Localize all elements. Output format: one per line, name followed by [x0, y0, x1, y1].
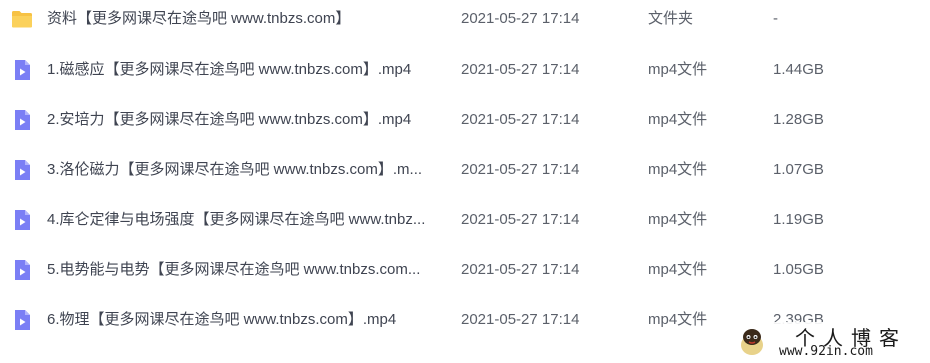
- file-name[interactable]: 2.安培力【更多网课尽在途鸟吧 www.tnbzs.com】.mp4: [47, 95, 439, 145]
- file-size: 1.44GB: [773, 61, 824, 78]
- video-file-icon: [15, 310, 30, 330]
- file-date: 2021-05-27 17:14: [461, 311, 580, 328]
- file-date: 2021-05-27 17:14: [461, 261, 580, 278]
- file-type: mp4文件: [648, 111, 708, 128]
- file-type: mp4文件: [648, 261, 708, 278]
- file-size: -: [773, 10, 778, 27]
- file-date: 2021-05-27 17:14: [461, 211, 580, 228]
- watermark-url: www.92in.com: [779, 344, 873, 359]
- video-file-icon: [15, 160, 30, 180]
- file-row-folder[interactable]: 资料【更多网课尽在途鸟吧 www.tnbzs.com】 2021-05-27 1…: [0, 0, 930, 44]
- file-row[interactable]: 5.电势能与电势【更多网课尽在途鸟吧 www.tnbzs.com... 2021…: [0, 245, 930, 295]
- file-name[interactable]: 5.电势能与电势【更多网课尽在途鸟吧 www.tnbzs.com...: [47, 245, 439, 295]
- file-type: mp4文件: [648, 161, 708, 178]
- file-row[interactable]: 3.洛伦磁力【更多网课尽在途鸟吧 www.tnbzs.com】.m... 202…: [0, 145, 930, 195]
- file-type: mp4文件: [648, 61, 708, 78]
- video-file-icon: [15, 110, 30, 130]
- file-name[interactable]: 3.洛伦磁力【更多网课尽在途鸟吧 www.tnbzs.com】.m...: [47, 145, 439, 195]
- mascot-logo-icon: [741, 329, 763, 355]
- file-type: mp4文件: [648, 311, 708, 328]
- file-date: 2021-05-27 17:14: [461, 61, 580, 78]
- file-size: 1.28GB: [773, 111, 824, 128]
- file-row[interactable]: 1.磁感应【更多网课尽在途鸟吧 www.tnbzs.com】.mp4 2021-…: [0, 45, 930, 95]
- file-date: 2021-05-27 17:14: [461, 161, 580, 178]
- file-list: 资料【更多网课尽在途鸟吧 www.tnbzs.com】 2021-05-27 1…: [0, 0, 930, 363]
- file-name[interactable]: 4.库仑定律与电场强度【更多网课尽在途鸟吧 www.tnbz...: [47, 195, 439, 245]
- file-date: 2021-05-27 17:14: [461, 111, 580, 128]
- file-size: 1.07GB: [773, 161, 824, 178]
- file-name[interactable]: 资料【更多网课尽在途鸟吧 www.tnbzs.com】: [47, 0, 439, 44]
- file-date: 2021-05-27 17:14: [461, 10, 580, 27]
- video-file-icon: [15, 210, 30, 230]
- file-size: 1.05GB: [773, 261, 824, 278]
- file-row[interactable]: 4.库仑定律与电场强度【更多网课尽在途鸟吧 www.tnbz... 2021-0…: [0, 195, 930, 245]
- file-name[interactable]: 6.物理【更多网课尽在途鸟吧 www.tnbzs.com】.mp4: [47, 295, 439, 345]
- file-size: 1.19GB: [773, 211, 824, 228]
- blog-watermark: 个人博客 www.92in.com: [733, 322, 925, 360]
- video-file-icon: [15, 60, 30, 80]
- folder-icon: [12, 11, 32, 28]
- file-type: 文件夹: [648, 10, 694, 27]
- file-row[interactable]: 2.安培力【更多网课尽在途鸟吧 www.tnbzs.com】.mp4 2021-…: [0, 95, 930, 145]
- file-name[interactable]: 1.磁感应【更多网课尽在途鸟吧 www.tnbzs.com】.mp4: [47, 45, 439, 95]
- file-type: mp4文件: [648, 211, 708, 228]
- video-file-icon: [15, 260, 30, 280]
